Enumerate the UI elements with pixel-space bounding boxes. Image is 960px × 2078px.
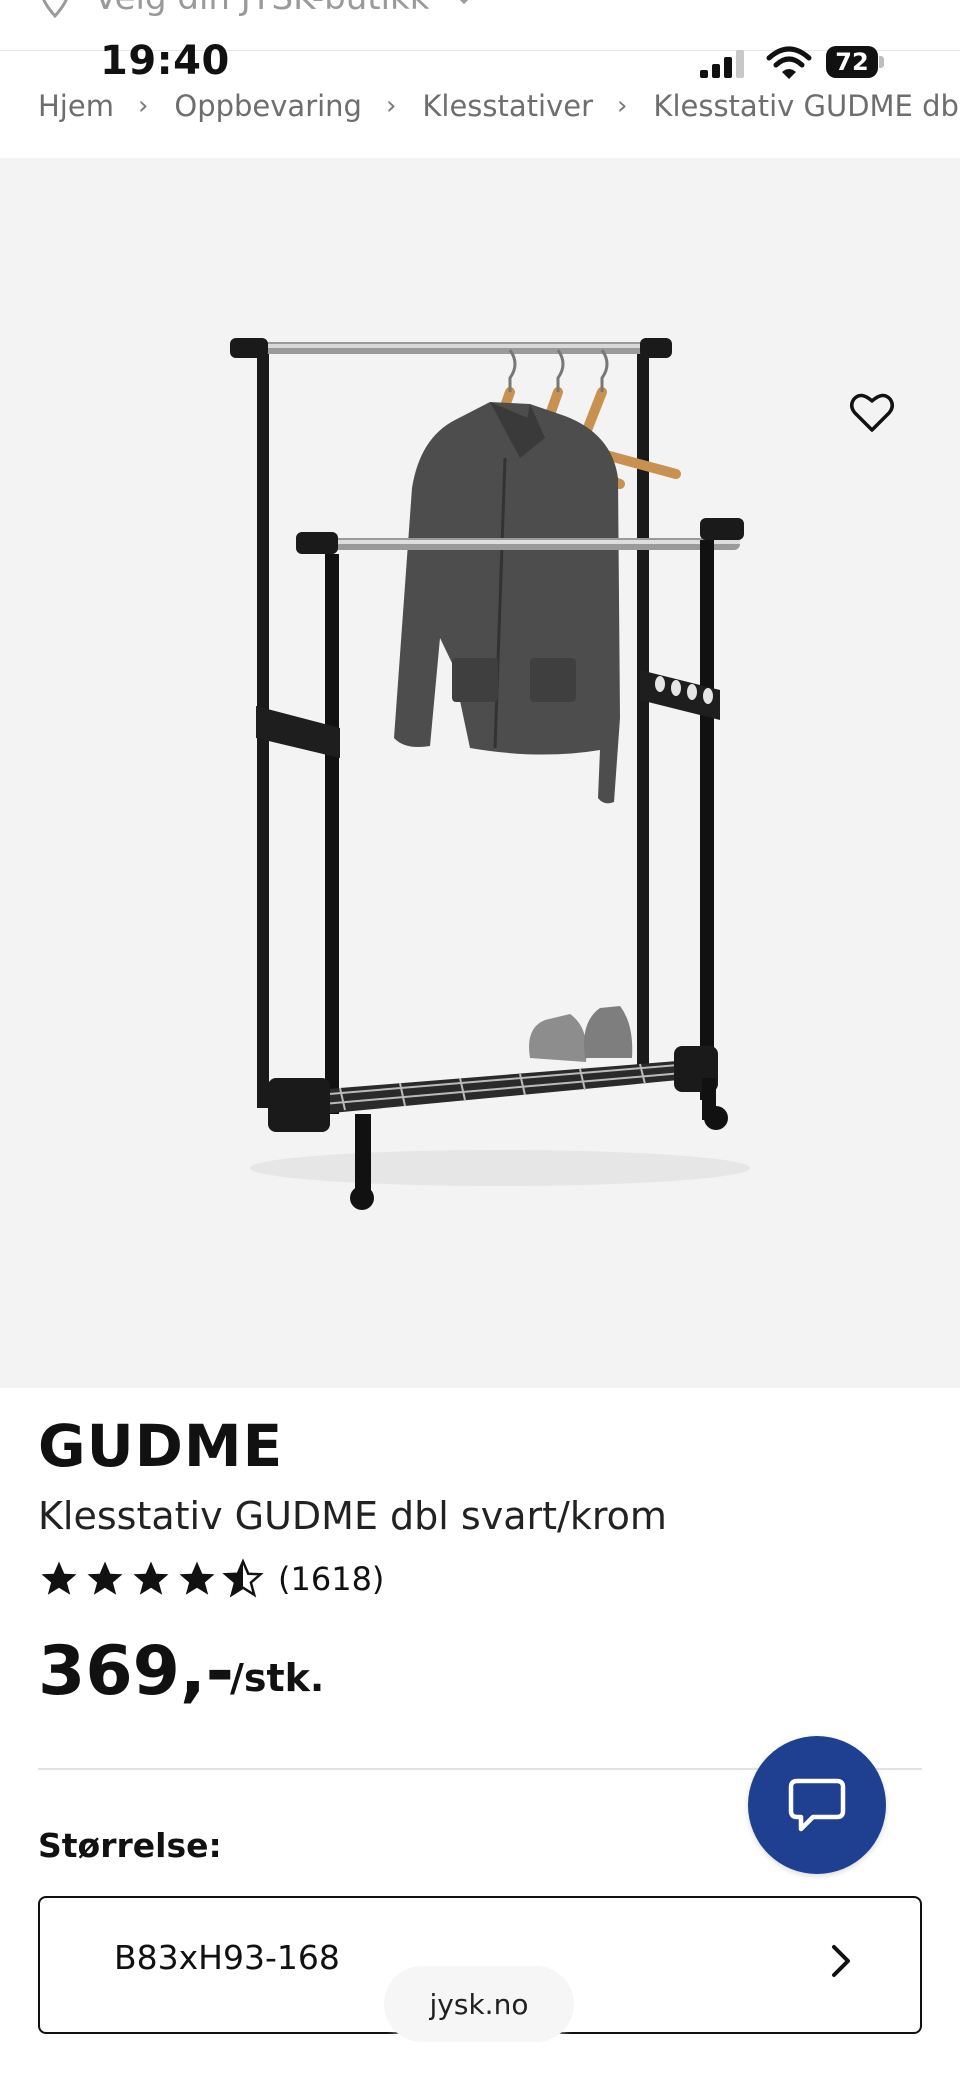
store-selector-label: Velg din JYSK-butikk	[94, 0, 429, 18]
product-image	[230, 338, 750, 1210]
size-value: B83xH93-168	[114, 1938, 340, 1977]
star-full-icon	[41, 1561, 77, 1595]
url-domain: jysk.no	[429, 1987, 529, 2021]
star-full-icon	[87, 1561, 123, 1595]
star-half-icon	[222, 1558, 264, 1598]
breadcrumb-item-storage[interactable]: Oppbevaring	[174, 89, 362, 123]
price-unit: /stk.	[230, 1656, 325, 1700]
battery-level: 72	[826, 46, 878, 78]
status-time: 19:40	[100, 38, 230, 84]
product-brand: GUDME	[38, 1412, 284, 1480]
breadcrumb-item-current: Klesstativ GUDME dbl svart/krom	[653, 89, 960, 123]
status-bar: 19:40 72	[0, 38, 960, 88]
review-count[interactable]: (1618)	[278, 1560, 384, 1598]
url-bar[interactable]: jysk.no	[384, 1966, 574, 2042]
star-full-icon	[133, 1561, 169, 1595]
size-label: Størrelse:	[38, 1826, 222, 1865]
battery-icon: 72	[826, 46, 884, 78]
wifi-icon	[766, 46, 812, 79]
breadcrumb-separator-icon: ›	[617, 91, 628, 121]
star-full-icon	[179, 1561, 215, 1595]
breadcrumb-separator-icon: ›	[137, 91, 149, 121]
product-price: 369,-	[38, 1632, 234, 1711]
cellular-signal-icon	[700, 50, 744, 78]
location-pin-icon	[42, 0, 68, 18]
rating-stars	[38, 1558, 264, 1600]
product-name: Klesstativ GUDME dbl svart/krom	[38, 1494, 667, 1538]
chevron-down-icon	[460, 0, 469, 5]
chevron-right-icon	[832, 1945, 850, 1977]
breadcrumb: Hjem › Oppbevaring › Klesstativer › Kles…	[38, 82, 960, 130]
product-rating[interactable]: (1618)	[38, 1558, 384, 1600]
product-image-gallery[interactable]	[0, 158, 960, 1388]
breadcrumb-item-clothes-racks[interactable]: Klesstativer	[422, 89, 593, 123]
heart-outline-icon[interactable]	[848, 388, 896, 436]
chat-button[interactable]	[748, 1736, 886, 1874]
breadcrumb-item-home[interactable]: Hjem	[38, 89, 114, 123]
store-selector[interactable]: Velg din JYSK-butikk	[40, 0, 475, 18]
breadcrumb-separator-icon: ›	[385, 91, 397, 121]
chat-bubble-icon	[788, 1778, 846, 1832]
